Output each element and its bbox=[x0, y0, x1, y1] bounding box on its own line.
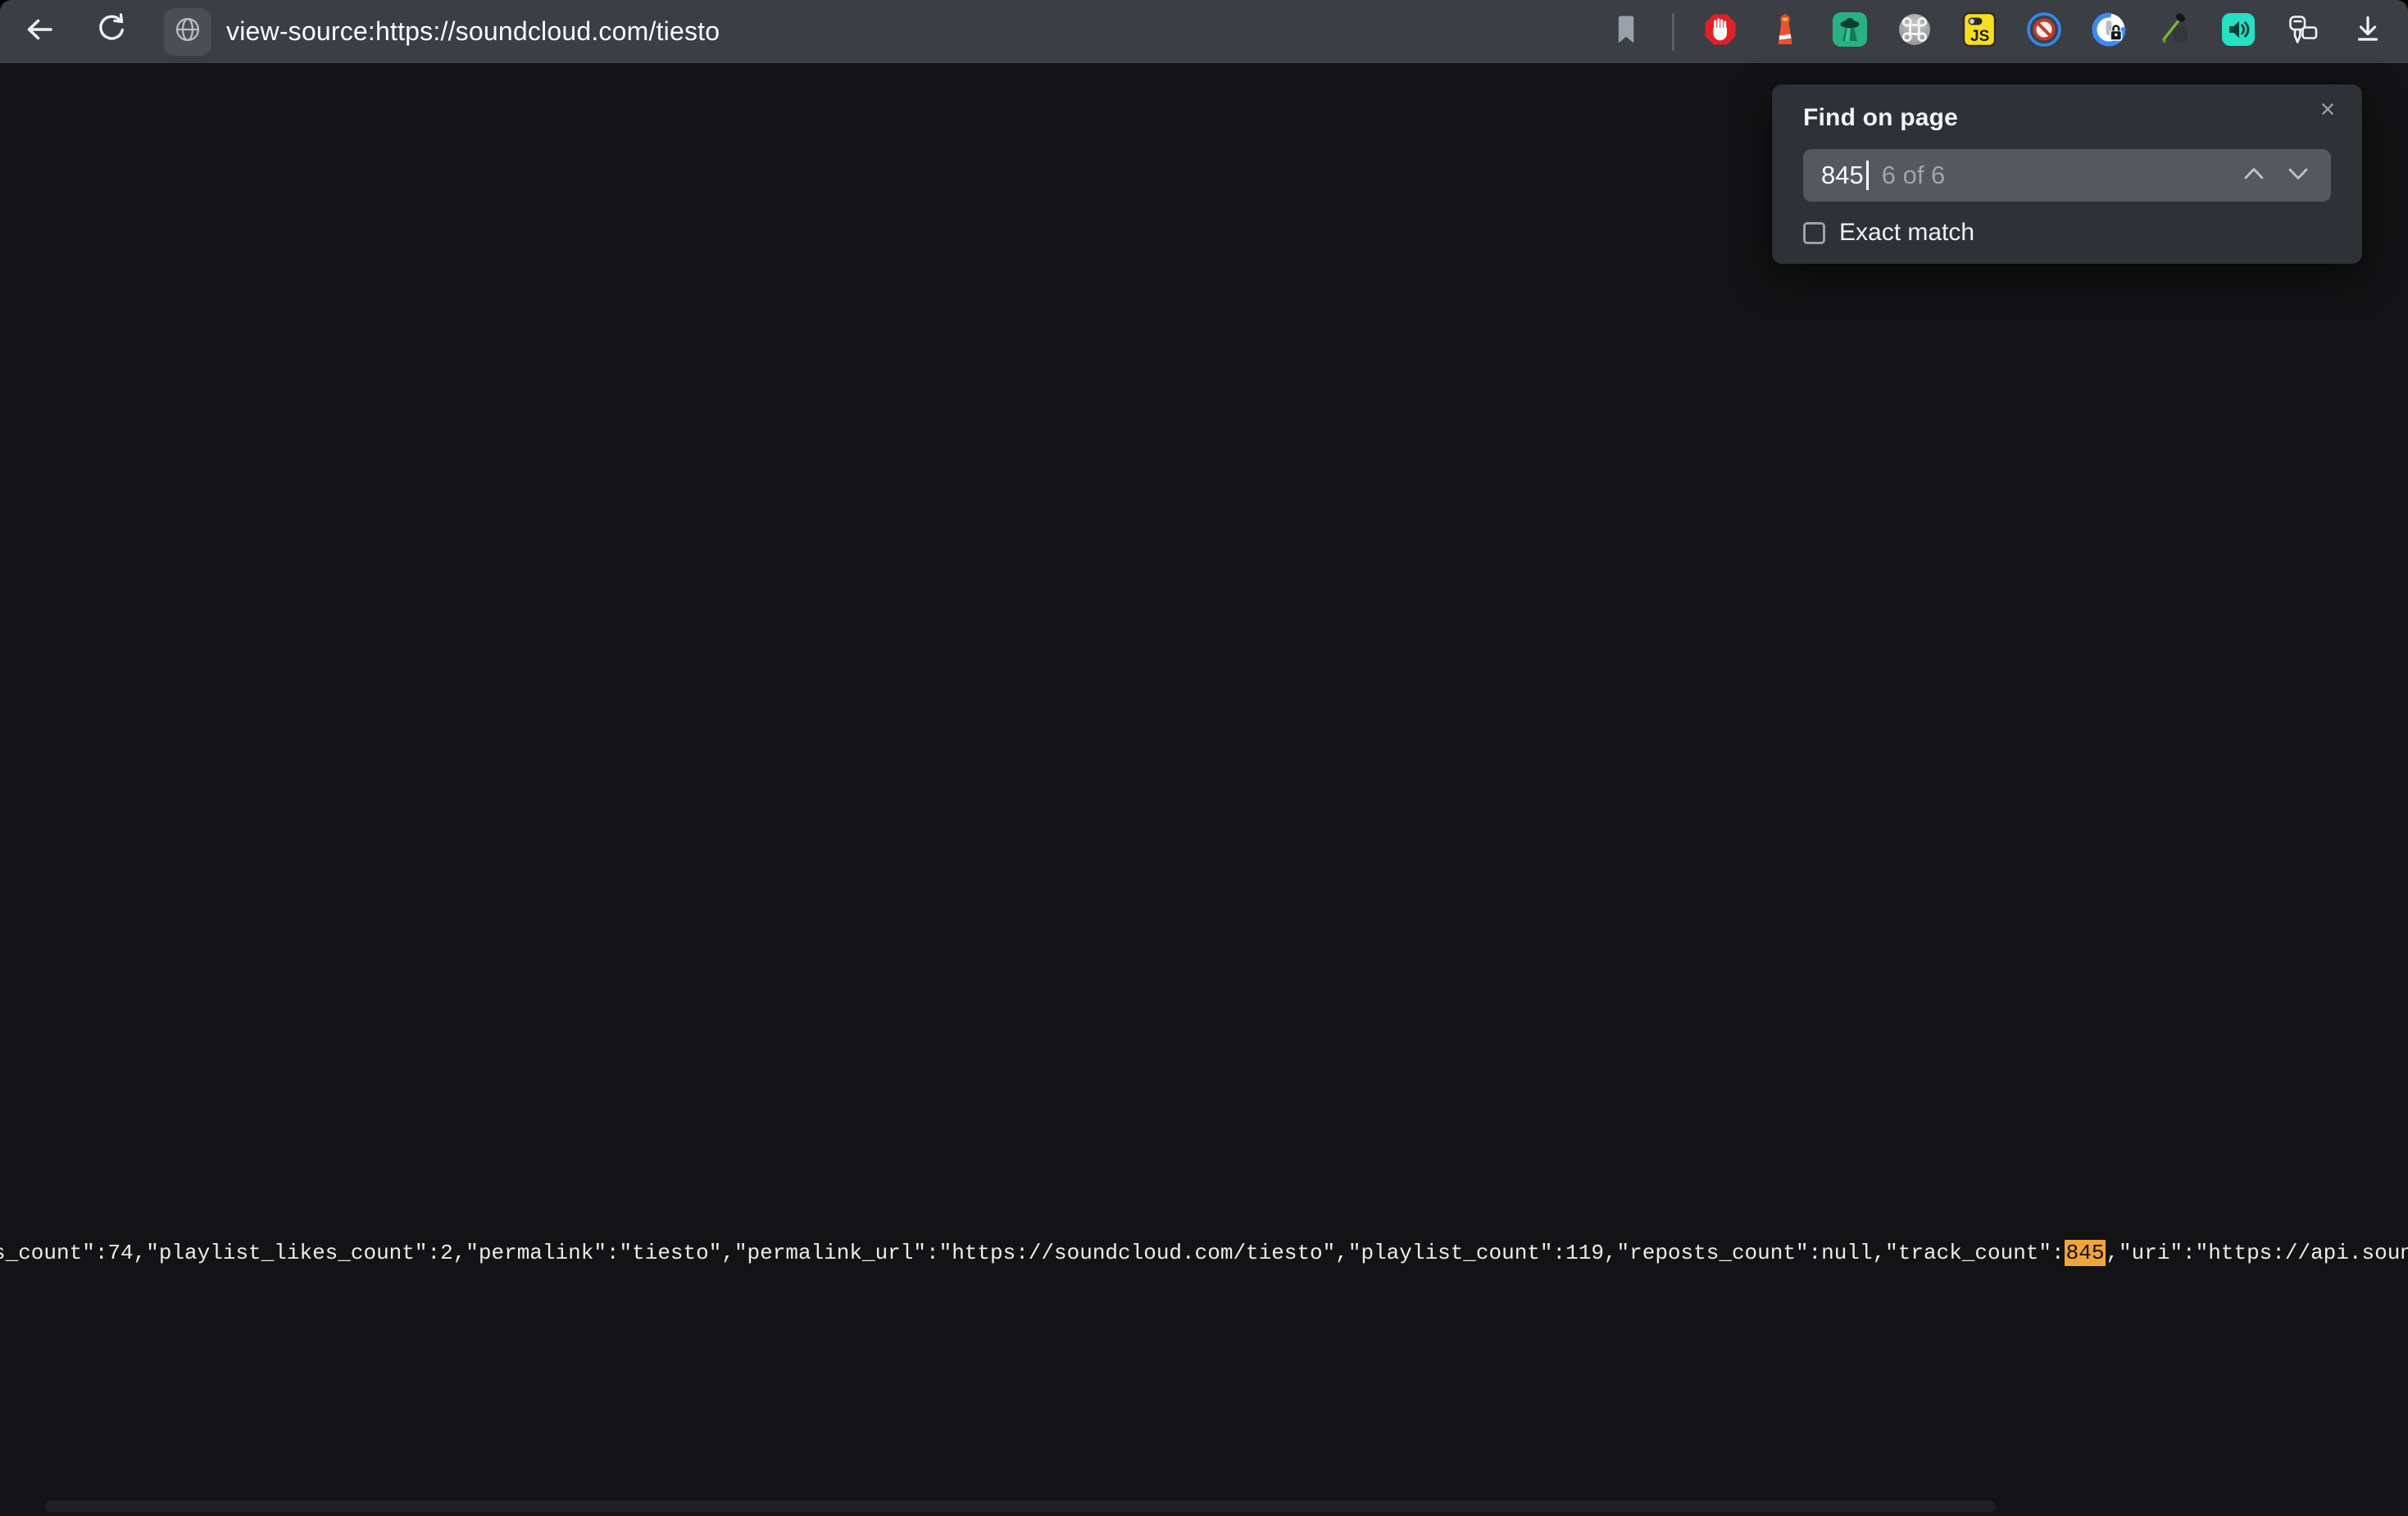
view-source-text: s_count":74,"playlist_likes_count":2,"pe… bbox=[0, 1237, 2408, 1269]
extension-eyedropper[interactable] bbox=[2155, 13, 2192, 51]
bookmark-button[interactable] bbox=[1607, 13, 1645, 51]
find-active-match: 845 bbox=[2065, 1240, 2106, 1266]
next-match-button[interactable] bbox=[2280, 159, 2316, 192]
url-bar[interactable]: view-source:https://soundcloud.com/tiest… bbox=[164, 8, 720, 56]
exact-match-row: Exact match bbox=[1803, 219, 2331, 247]
toolbar-extensions-area: JS bbox=[1607, 13, 2408, 51]
exact-match-label: Exact match bbox=[1839, 219, 1974, 247]
js-badge-text: JS bbox=[1970, 28, 1989, 45]
download-button[interactable] bbox=[2349, 13, 2387, 51]
horizontal-scrollbar[interactable] bbox=[45, 1500, 1996, 1512]
download-arrow-icon bbox=[2349, 11, 2387, 52]
passwords-button[interactable] bbox=[2284, 13, 2322, 51]
find-on-page-panel: Find on page × 845 6 of 6 bbox=[1772, 84, 2362, 264]
js-toggle-icon: JS bbox=[1960, 11, 1998, 52]
toolbar-divider bbox=[1672, 13, 1674, 51]
back-arrow-icon bbox=[20, 11, 58, 52]
extension-blocker[interactable] bbox=[2025, 13, 2063, 51]
extension-disable-javascript[interactable]: JS bbox=[1960, 13, 1998, 51]
globe-site-icon bbox=[170, 11, 206, 52]
exact-match-checkbox[interactable] bbox=[1803, 222, 1825, 244]
lighthouse-icon bbox=[1766, 11, 1804, 52]
key-card-icon bbox=[2284, 11, 2322, 52]
browser-toolbar: view-source:https://soundcloud.com/tiest… bbox=[0, 0, 2408, 63]
url-text[interactable]: view-source:https://soundcloud.com/tiest… bbox=[226, 16, 720, 47]
browser-window: view-source:https://soundcloud.com/tiest… bbox=[0, 0, 2408, 1516]
close-icon[interactable]: × bbox=[2311, 93, 2344, 125]
no-entry-icon bbox=[2025, 11, 2063, 52]
previous-match-button[interactable] bbox=[2236, 159, 2272, 192]
eyedropper-icon bbox=[2155, 11, 2192, 52]
page-content: s_count":74,"playlist_likes_count":2,"pe… bbox=[0, 63, 2408, 1516]
extension-ufo[interactable] bbox=[1831, 13, 1869, 51]
stop-hand-octagon-icon bbox=[1702, 11, 1739, 52]
reload-button[interactable] bbox=[90, 11, 133, 53]
bookmark-icon bbox=[1607, 11, 1645, 52]
extension-adblock[interactable] bbox=[1702, 13, 1739, 51]
source-after: ,"uri":"https://api.sound bbox=[2106, 1241, 2408, 1265]
speaker-icon bbox=[2219, 11, 2257, 52]
extension-volume[interactable] bbox=[2219, 13, 2257, 51]
ufo-icon bbox=[1831, 11, 1869, 52]
command-key-icon bbox=[1896, 11, 1933, 52]
find-panel-title: Find on page bbox=[1803, 104, 2331, 132]
back-button[interactable] bbox=[18, 11, 61, 53]
find-input[interactable]: 845 6 of 6 bbox=[1803, 149, 2331, 202]
extension-command[interactable] bbox=[1896, 13, 1933, 51]
text-caret bbox=[1866, 161, 1869, 190]
site-icon-chip bbox=[164, 8, 211, 56]
lock-ring-icon bbox=[2090, 11, 2128, 52]
extension-password-lock[interactable] bbox=[2090, 13, 2128, 51]
reload-icon bbox=[93, 11, 130, 52]
find-query-text: 845 bbox=[1821, 161, 1864, 190]
chevron-up-icon bbox=[2239, 161, 2269, 190]
extension-lighthouse[interactable] bbox=[1766, 13, 1804, 51]
match-count: 6 of 6 bbox=[1882, 161, 1946, 190]
chevron-down-icon bbox=[2283, 161, 2313, 190]
source-before: s_count":74,"playlist_likes_count":2,"pe… bbox=[0, 1241, 2065, 1265]
